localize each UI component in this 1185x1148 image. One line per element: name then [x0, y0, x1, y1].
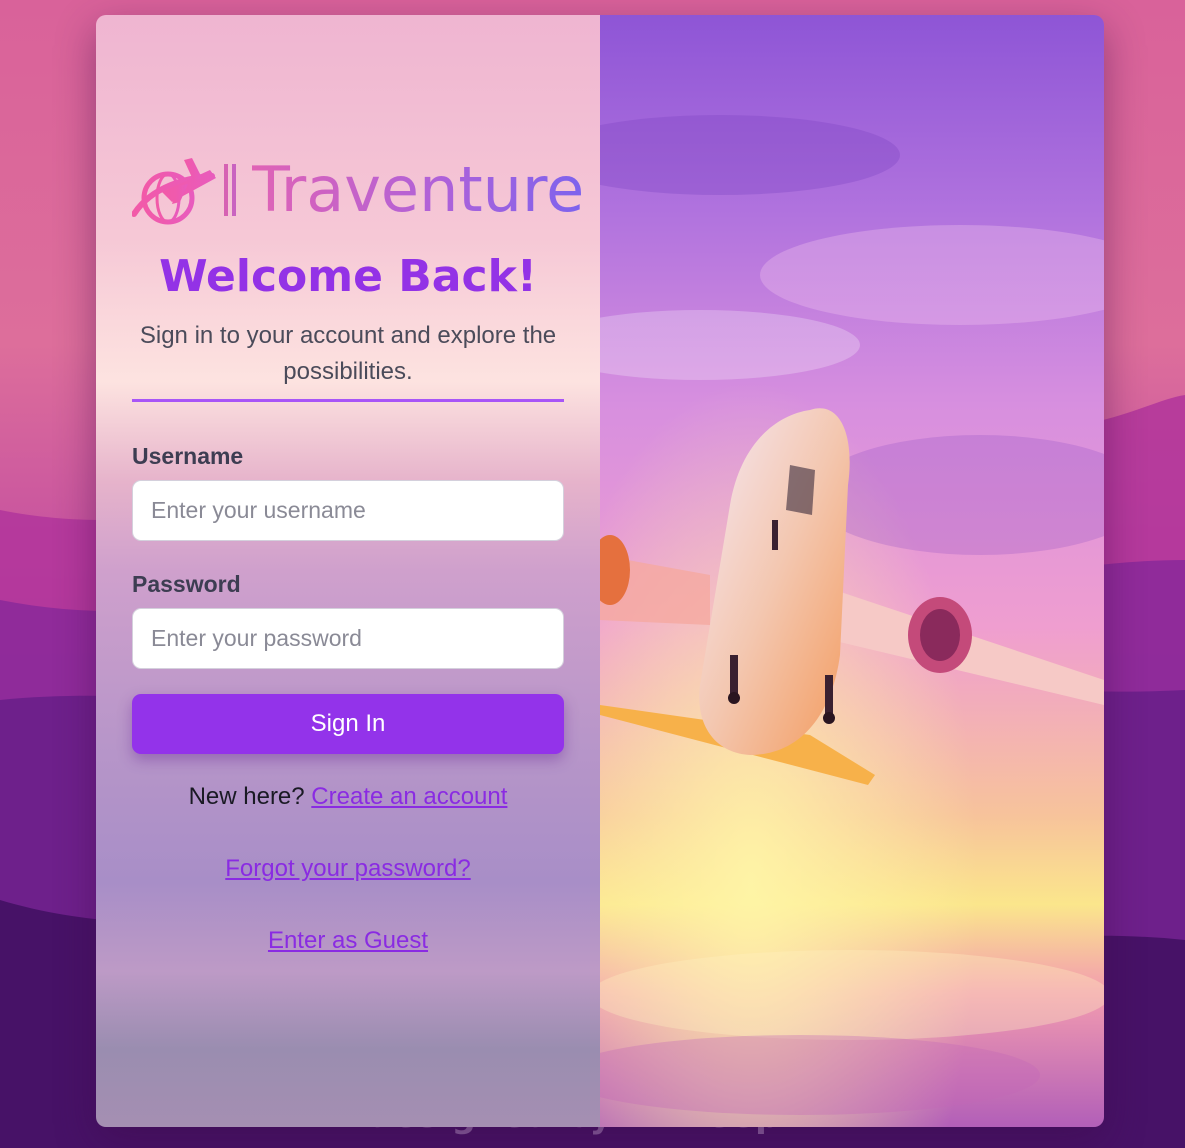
password-input[interactable] — [132, 608, 564, 669]
brand-name: Traventure — [252, 153, 585, 226]
forgot-password-link[interactable]: Forgot your password? — [225, 855, 470, 882]
username-input[interactable] — [132, 480, 564, 541]
login-card: Traventure Welcome Back! Sign in to your… — [96, 15, 1104, 1127]
create-account-link[interactable]: Create an account — [311, 783, 507, 810]
brand-logo: Traventure — [132, 153, 584, 228]
login-panel: Traventure Welcome Back! Sign in to your… — [96, 15, 600, 1127]
username-label: Username — [132, 443, 244, 469]
title-divider — [132, 399, 564, 402]
enter-as-guest-link[interactable]: Enter as Guest — [268, 927, 428, 954]
sign-in-button[interactable]: Sign In — [132, 694, 564, 754]
signup-prompt: New here? Create an account — [96, 783, 600, 811]
page-title: Welcome Back! — [159, 251, 537, 302]
page-subtitle: Sign in to your account and explore the … — [139, 322, 557, 385]
forgot-password-row: Forgot your password? — [96, 855, 600, 883]
new-here-text: New here? — [188, 783, 305, 810]
hero-image — [600, 15, 1104, 1127]
guest-row: Enter as Guest — [96, 927, 600, 955]
plane-globe-icon — [132, 158, 236, 225]
password-label: Password — [132, 571, 241, 597]
